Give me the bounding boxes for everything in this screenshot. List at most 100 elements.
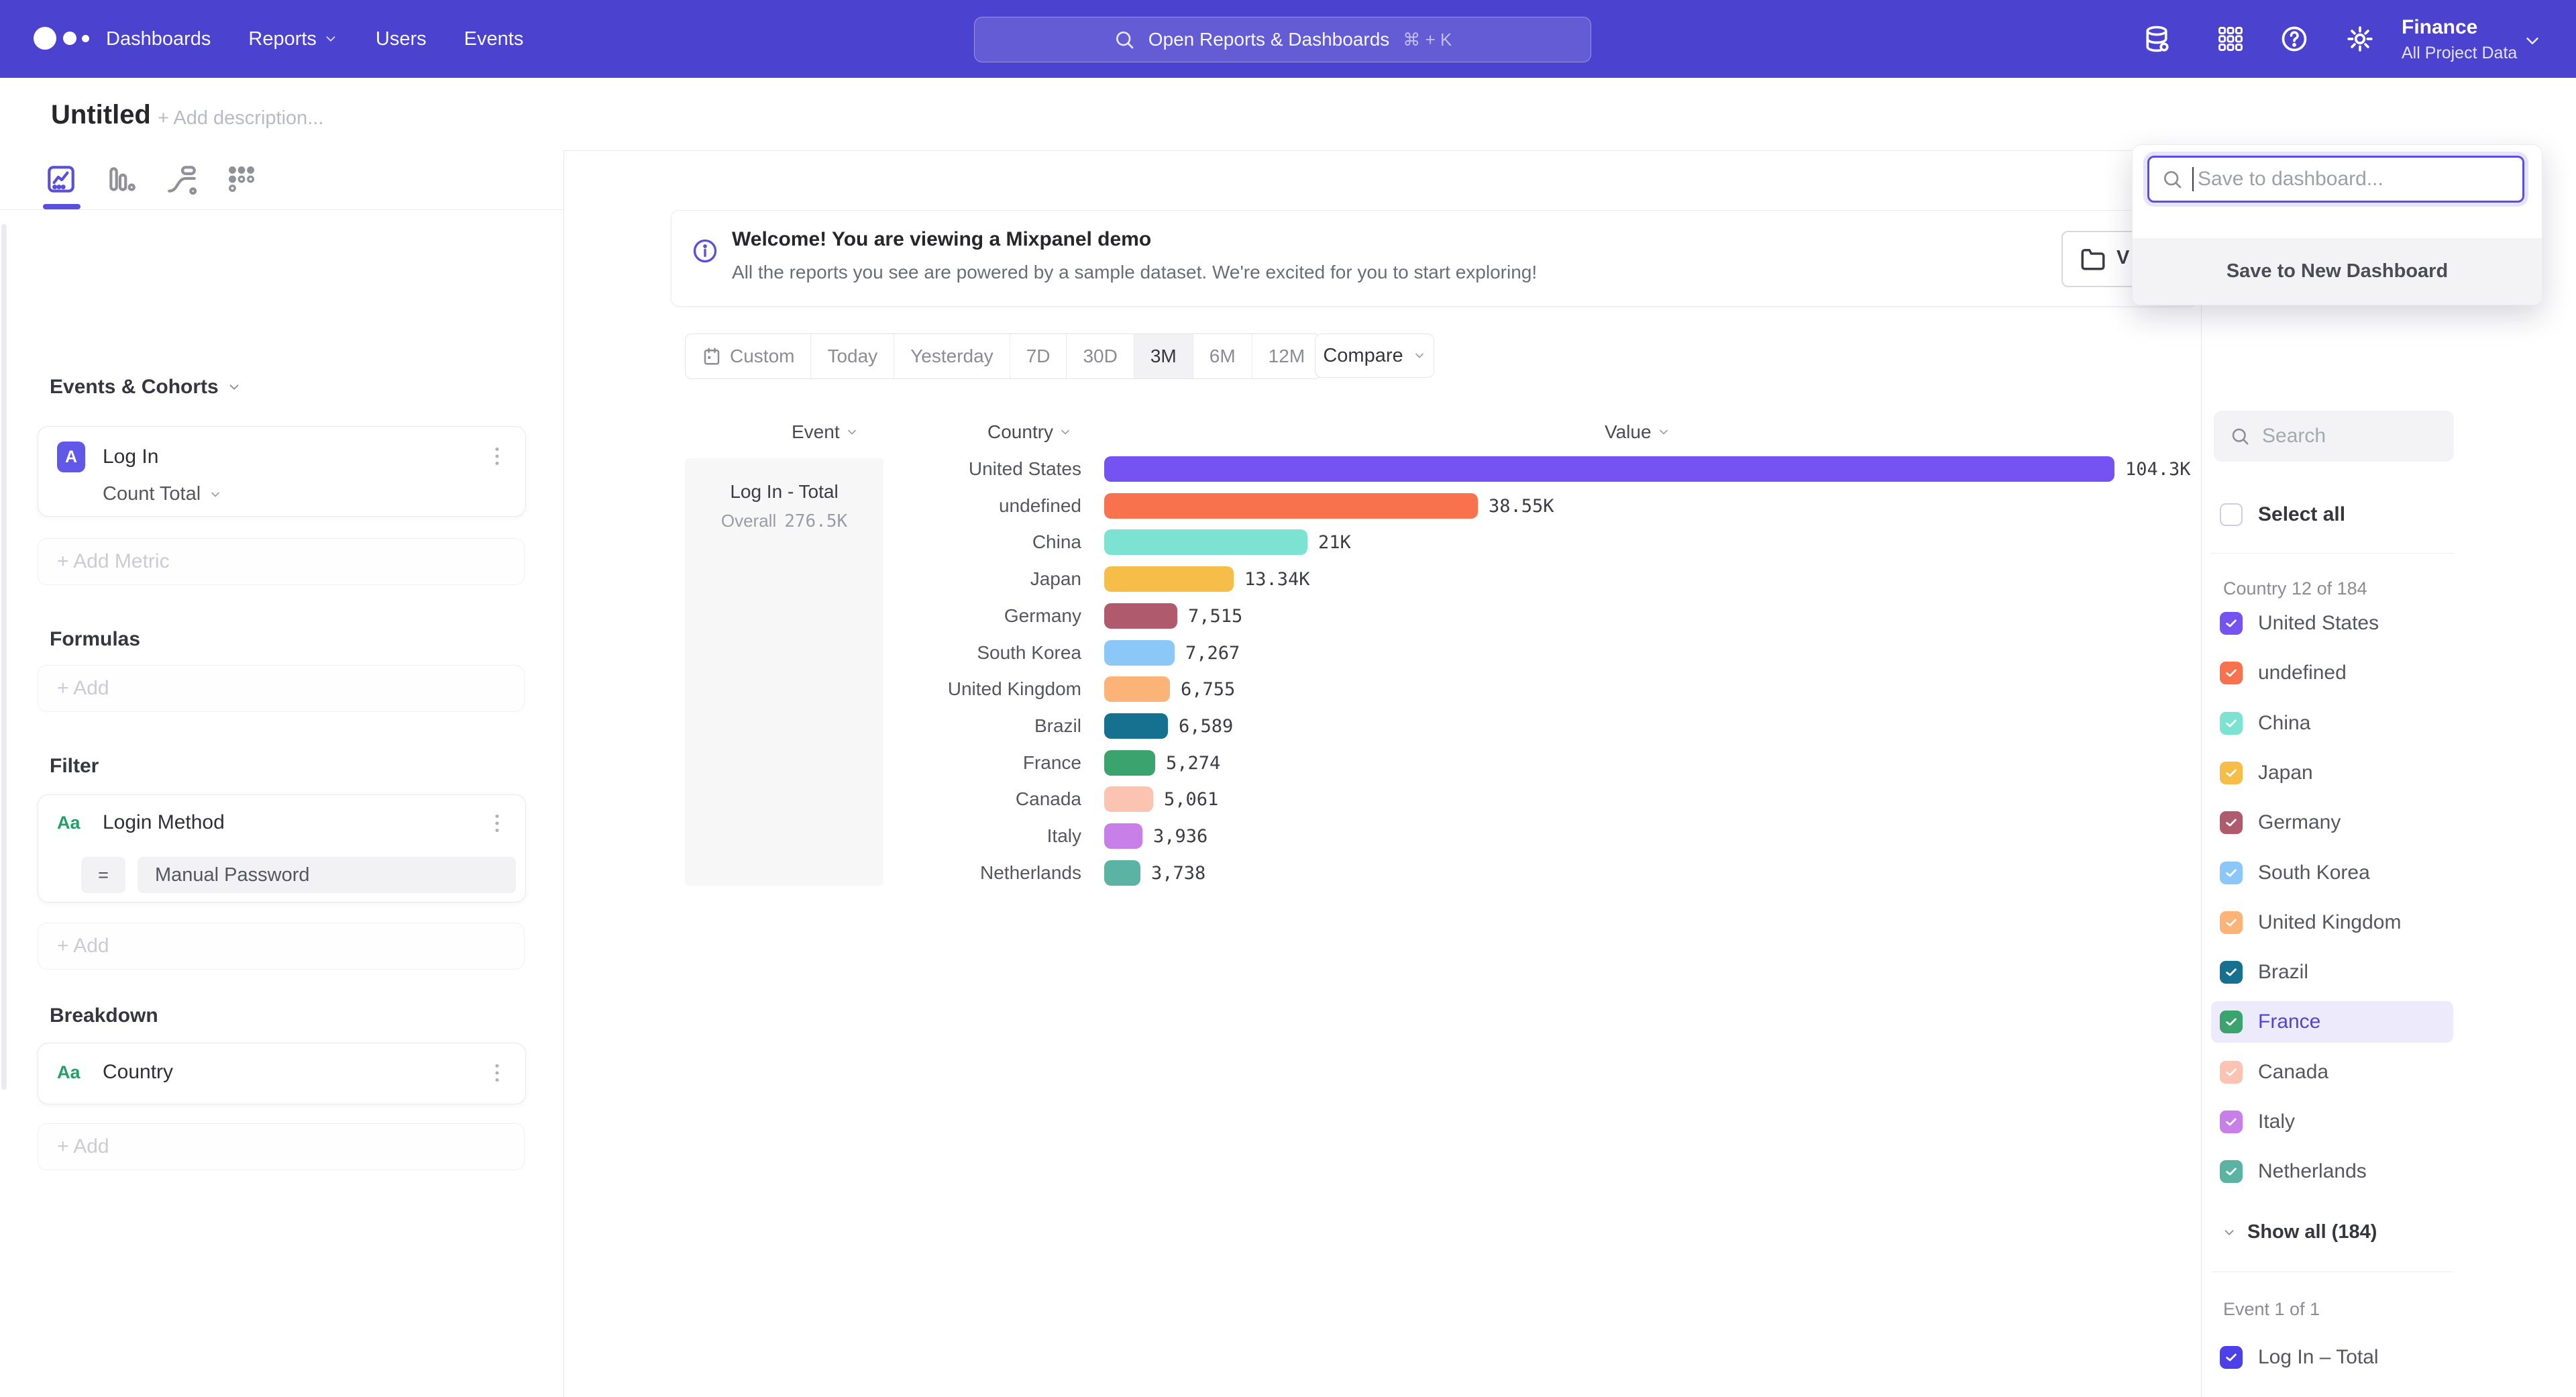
breakdown-card[interactable]: Aa Country	[38, 1043, 526, 1104]
range-option-custom[interactable]: Custom	[686, 334, 811, 378]
country-checkbox-label[interactable]: South Korea	[2258, 861, 2370, 885]
country-checkbox-label[interactable]: France	[2258, 1010, 2320, 1034]
range-option-7d[interactable]: 7D	[1010, 334, 1067, 378]
event-total-block[interactable]: Log In - Total Overall276.5K	[685, 458, 883, 886]
tab-funnels[interactable]	[105, 162, 138, 196]
select-all-label[interactable]: Select all	[2258, 503, 2345, 527]
chevron-down-icon	[2222, 1225, 2237, 1240]
country-checkbox-brazil[interactable]	[2220, 961, 2243, 984]
chart-bar-undefined[interactable]	[1104, 493, 1478, 519]
chart-value-label: 6,589	[1179, 715, 1233, 738]
global-search-input[interactable]: Open Reports & Dashboards ⌘ + K	[974, 17, 1591, 62]
data-management-icon[interactable]	[2142, 24, 2171, 54]
tab-retention[interactable]	[225, 162, 258, 196]
report-title[interactable]: Untitled	[51, 100, 151, 130]
metric-card[interactable]: A Log In Count Total	[38, 426, 526, 517]
add-formula-button[interactable]: + Add	[38, 665, 525, 712]
country-checkbox-label[interactable]: United States	[2258, 611, 2379, 635]
chart-bar-italy[interactable]	[1104, 823, 1142, 849]
country-checkbox-label[interactable]: United Kingdom	[2258, 911, 2401, 935]
save-to-dashboard-input[interactable]: Save to dashboard...	[2147, 156, 2524, 203]
country-checkbox-undefined[interactable]	[2220, 662, 2243, 684]
nav-item-users[interactable]: Users	[376, 28, 427, 50]
breakdown-property-name[interactable]: Country	[103, 1061, 173, 1084]
save-to-new-dashboard-button[interactable]: Save to New Dashboard	[2133, 238, 2542, 305]
chart-bar-china[interactable]	[1104, 529, 1307, 555]
range-option-yesterday[interactable]: Yesterday	[894, 334, 1010, 378]
country-checkbox-united-kingdom[interactable]	[2220, 911, 2243, 934]
report-description-placeholder[interactable]: + Add description...	[158, 107, 323, 130]
country-checkbox-label[interactable]: China	[2258, 711, 2310, 735]
country-checkbox-germany[interactable]	[2220, 811, 2243, 834]
chart-bar-germany[interactable]	[1104, 603, 1177, 629]
range-option-6m[interactable]: 6M	[1193, 334, 1252, 378]
events-cohorts-heading[interactable]: Events & Cohorts	[50, 376, 241, 399]
nav-menu: Dashboards Reports Users Events	[106, 0, 523, 78]
country-checkbox-japan[interactable]	[2220, 762, 2243, 784]
country-checkbox-label[interactable]: Italy	[2258, 1110, 2295, 1134]
help-icon[interactable]	[2279, 24, 2309, 54]
add-breakdown-button[interactable]: + Add	[38, 1123, 525, 1170]
country-checkbox-netherlands[interactable]	[2220, 1160, 2243, 1183]
range-option-3m[interactable]: 3M	[1134, 334, 1193, 378]
nav-item-dashboards[interactable]: Dashboards	[106, 28, 211, 50]
event-checkbox[interactable]	[2220, 1346, 2243, 1369]
add-metric-button[interactable]: + Add Metric	[38, 538, 525, 585]
legend-search-input[interactable]: Search	[2214, 411, 2454, 462]
column-header-event[interactable]: Event	[792, 421, 859, 443]
nav-item-events[interactable]: Events	[464, 28, 524, 50]
compare-button[interactable]: Compare	[1315, 333, 1434, 378]
project-chevron-down-icon[interactable]	[2522, 31, 2542, 54]
chart-bar-france[interactable]	[1104, 750, 1155, 776]
country-checkbox-label[interactable]: Canada	[2258, 1060, 2328, 1084]
add-filter-button[interactable]: + Add	[38, 923, 525, 970]
country-checkbox-france[interactable]	[2220, 1011, 2243, 1033]
chart-bar-japan[interactable]	[1104, 566, 1234, 592]
breakdown-kebab-menu-icon[interactable]	[485, 1061, 509, 1085]
filter-card[interactable]: Aa Login Method = Manual Password	[38, 794, 526, 902]
chart-bar-united-states[interactable]	[1104, 456, 2114, 482]
filter-value-input[interactable]: Manual Password	[138, 857, 516, 893]
project-switcher[interactable]: Finance All Project Data	[2402, 16, 2517, 63]
country-checkbox-label[interactable]: Japan	[2258, 761, 2313, 785]
chart-bar-united-kingdom[interactable]	[1104, 676, 1170, 702]
metric-kebab-menu-icon[interactable]	[485, 444, 509, 468]
show-all-toggle[interactable]: Show all (184)	[2222, 1221, 2377, 1243]
apps-grid-icon[interactable]	[2216, 24, 2245, 54]
select-all-checkbox[interactable]	[2220, 503, 2243, 526]
event-overall-value: Overall276.5K	[685, 511, 883, 531]
country-checkbox-label[interactable]: Brazil	[2258, 960, 2308, 984]
metric-event-name[interactable]: Log In	[103, 446, 158, 468]
chart-bar-canada[interactable]	[1104, 786, 1153, 812]
range-option-12m[interactable]: 12M	[1252, 334, 1321, 378]
country-checkbox-italy[interactable]	[2220, 1110, 2243, 1133]
column-header-value[interactable]: Value	[1605, 421, 1670, 443]
column-header-country[interactable]: Country	[987, 421, 1072, 443]
nav-item-reports[interactable]: Reports	[248, 28, 338, 50]
chart-bar-netherlands[interactable]	[1104, 860, 1140, 886]
range-option-30d[interactable]: 30D	[1067, 334, 1134, 378]
event-checkbox-label[interactable]: Log In – Total	[2258, 1345, 2379, 1369]
tab-insights[interactable]	[44, 162, 78, 196]
filter-property-name[interactable]: Login Method	[103, 811, 225, 834]
country-checkbox-china[interactable]	[2220, 712, 2243, 735]
sidebar-scrollbar[interactable]	[1, 224, 7, 1090]
chart-bar-brazil[interactable]	[1104, 713, 1168, 739]
country-checkbox-label[interactable]: Germany	[2258, 811, 2341, 835]
filter-kebab-menu-icon[interactable]	[485, 811, 509, 835]
country-checkbox-label[interactable]: Netherlands	[2258, 1159, 2367, 1184]
mixpanel-logo-icon[interactable]	[34, 27, 114, 51]
highlighted-row[interactable]	[2211, 1001, 2453, 1043]
country-checkbox-label[interactable]: undefined	[2258, 661, 2347, 685]
metric-aggregation-dropdown[interactable]: Count Total	[103, 483, 222, 505]
chart-value-label: 7,515	[1188, 605, 1242, 628]
country-checkbox-canada[interactable]	[2220, 1061, 2243, 1084]
range-option-today[interactable]: Today	[811, 334, 894, 378]
tab-flows[interactable]	[165, 162, 199, 196]
country-checkbox-south-korea[interactable]	[2220, 862, 2243, 884]
settings-gear-icon[interactable]	[2345, 24, 2375, 54]
chart-bar-south-korea[interactable]	[1104, 640, 1175, 666]
filter-operator-chip[interactable]: =	[81, 857, 125, 893]
country-checkbox-united-states[interactable]	[2220, 612, 2243, 635]
range-label: 12M	[1269, 346, 1305, 367]
